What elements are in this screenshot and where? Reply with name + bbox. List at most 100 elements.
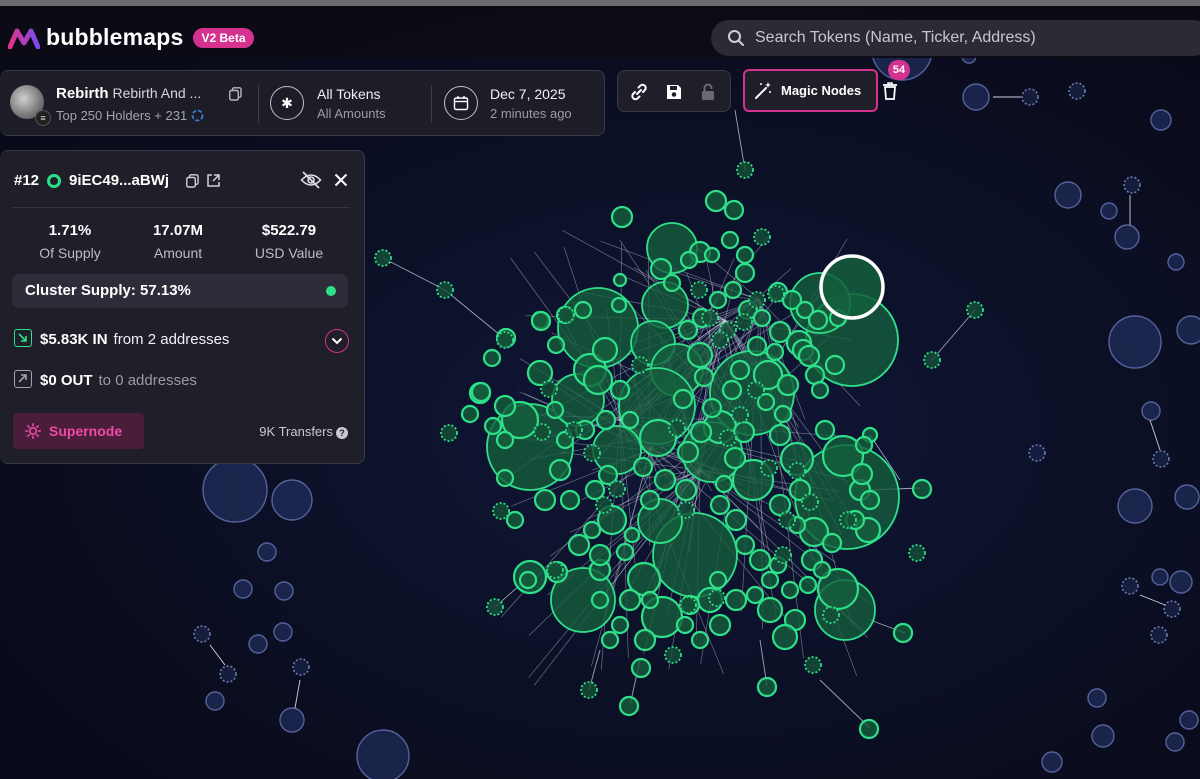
cluster-node[interactable] bbox=[735, 245, 755, 265]
cluster-node[interactable] bbox=[640, 590, 660, 610]
cluster-node[interactable] bbox=[714, 474, 734, 494]
cluster-node[interactable] bbox=[704, 189, 728, 213]
cluster-node[interactable] bbox=[540, 380, 558, 398]
cluster-node[interactable] bbox=[582, 520, 602, 540]
blue-node[interactable] bbox=[1152, 450, 1170, 468]
cluster-node[interactable] bbox=[732, 420, 756, 444]
cluster-node[interactable] bbox=[631, 356, 649, 374]
cluster-node[interactable] bbox=[745, 585, 765, 605]
cluster-node[interactable] bbox=[470, 381, 492, 403]
cluster-node[interactable] bbox=[674, 478, 698, 502]
cluster-node[interactable] bbox=[609, 379, 631, 401]
cluster-node[interactable] bbox=[653, 468, 677, 492]
link-icon[interactable] bbox=[629, 82, 649, 102]
cluster-node[interactable] bbox=[495, 430, 515, 450]
cluster-node[interactable] bbox=[595, 496, 613, 514]
cluster-node[interactable] bbox=[620, 410, 640, 430]
close-icon[interactable] bbox=[334, 173, 348, 187]
cluster-node[interactable] bbox=[858, 718, 880, 740]
cluster-node[interactable] bbox=[557, 306, 575, 324]
copy-icon[interactable] bbox=[229, 87, 242, 101]
cluster-node[interactable] bbox=[582, 364, 614, 396]
cluster-node[interactable] bbox=[723, 446, 747, 470]
cluster-node[interactable] bbox=[721, 379, 743, 401]
cluster-node[interactable] bbox=[760, 459, 778, 477]
supernode-button[interactable]: Supernode bbox=[13, 413, 144, 449]
cluster-node[interactable] bbox=[505, 510, 525, 530]
cluster-supply-row[interactable]: Cluster Supply: 57.13% bbox=[12, 274, 348, 308]
cluster-node[interactable] bbox=[460, 404, 480, 424]
blue-node[interactable] bbox=[1041, 751, 1063, 773]
blue-node[interactable] bbox=[1091, 724, 1115, 748]
cluster-node[interactable] bbox=[495, 468, 515, 488]
cluster-node[interactable] bbox=[911, 478, 933, 500]
cluster-node[interactable] bbox=[610, 296, 628, 314]
blue-node[interactable] bbox=[271, 479, 313, 521]
blue-node[interactable] bbox=[1150, 109, 1172, 131]
cluster-node[interactable] bbox=[804, 656, 822, 674]
cluster-node[interactable] bbox=[533, 488, 557, 512]
cluster-node[interactable] bbox=[615, 542, 635, 562]
cluster-node[interactable] bbox=[773, 404, 793, 424]
cluster-node[interactable] bbox=[719, 429, 737, 447]
cluster-node[interactable] bbox=[774, 546, 792, 564]
blue-node[interactable] bbox=[1028, 444, 1046, 462]
blue-node[interactable] bbox=[279, 707, 305, 733]
cluster-node[interactable] bbox=[664, 646, 682, 664]
blue-node[interactable] bbox=[1141, 401, 1161, 421]
cluster-node[interactable] bbox=[703, 246, 721, 264]
cluster-node[interactable] bbox=[482, 348, 502, 368]
cluster-node[interactable] bbox=[724, 508, 748, 532]
cluster-node[interactable] bbox=[776, 373, 800, 397]
cluster-node[interactable] bbox=[854, 435, 874, 455]
blue-node[interactable] bbox=[1167, 253, 1185, 271]
blue-node[interactable] bbox=[1121, 577, 1139, 595]
cluster-node[interactable] bbox=[780, 580, 800, 600]
cluster-node[interactable] bbox=[546, 561, 564, 579]
expand-inflow-button[interactable] bbox=[325, 329, 349, 353]
cluster-node[interactable] bbox=[608, 480, 626, 498]
cluster-node[interactable] bbox=[679, 596, 697, 614]
cluster-node[interactable] bbox=[492, 502, 510, 520]
logo[interactable]: bubblemaps V2 Beta bbox=[8, 24, 254, 51]
cluster-node[interactable] bbox=[729, 359, 751, 381]
cluster-node[interactable] bbox=[633, 628, 657, 652]
tokens-filter-title[interactable]: All Tokens bbox=[317, 86, 381, 102]
cluster-node[interactable] bbox=[623, 526, 641, 544]
cluster-node[interactable] bbox=[839, 511, 857, 529]
cluster-node[interactable] bbox=[548, 458, 572, 482]
cluster-node[interactable] bbox=[807, 309, 829, 331]
cluster-node[interactable] bbox=[559, 489, 581, 511]
cluster-node[interactable] bbox=[583, 444, 601, 462]
blue-node[interactable] bbox=[1021, 88, 1039, 106]
cluster-node[interactable] bbox=[778, 511, 796, 529]
cluster-node[interactable] bbox=[686, 341, 714, 369]
cluster-node[interactable] bbox=[810, 380, 830, 400]
blue-node[interactable] bbox=[1150, 626, 1168, 644]
cluster-node[interactable] bbox=[533, 423, 551, 441]
cluster-node[interactable] bbox=[600, 630, 620, 650]
cluster-node[interactable] bbox=[908, 544, 926, 562]
blue-node[interactable] bbox=[292, 658, 310, 676]
cluster-node[interactable] bbox=[701, 397, 723, 419]
cluster-node[interactable] bbox=[374, 249, 392, 267]
cluster-node[interactable] bbox=[690, 630, 710, 650]
cluster-node[interactable] bbox=[610, 615, 630, 635]
cluster-node[interactable] bbox=[689, 420, 713, 444]
cluster-node[interactable] bbox=[668, 419, 686, 437]
cluster-node[interactable] bbox=[483, 416, 503, 436]
cluster-node[interactable] bbox=[545, 400, 565, 420]
cluster-node[interactable] bbox=[518, 570, 538, 590]
cluster-node[interactable] bbox=[923, 351, 941, 369]
cluster-node[interactable] bbox=[723, 199, 745, 221]
cluster-node[interactable] bbox=[436, 281, 454, 299]
blue-node[interactable] bbox=[205, 691, 225, 711]
cluster-node[interactable] bbox=[675, 615, 695, 635]
cluster-node[interactable] bbox=[590, 590, 610, 610]
cluster-node[interactable] bbox=[723, 280, 743, 300]
cluster-node[interactable] bbox=[546, 335, 566, 355]
cluster-node[interactable] bbox=[639, 489, 661, 511]
cluster-node[interactable] bbox=[892, 622, 914, 644]
search-input[interactable]: Search Tokens (Name, Ticker, Address) bbox=[711, 20, 1200, 56]
magic-nodes-button[interactable]: Magic Nodes bbox=[743, 69, 878, 112]
